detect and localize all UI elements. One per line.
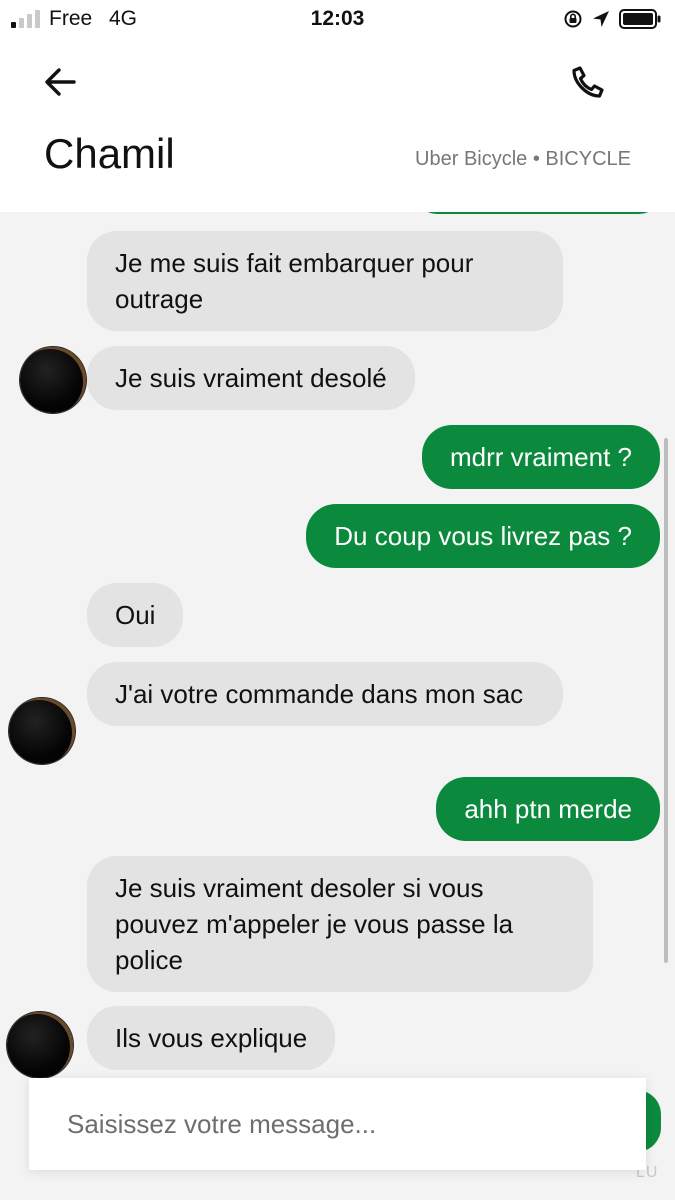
message-text: Du coup vous livrez pas ? <box>334 521 632 551</box>
message-text: Je suis vraiment desoler si vous pouvez … <box>115 873 514 975</box>
message-list[interactable]: Je me suis fait embarquer pour outrage J… <box>0 212 675 1200</box>
message-text: Je me suis fait embarquer pour outrage <box>115 248 474 314</box>
message-composer <box>29 1078 646 1170</box>
driver-avatar <box>7 1012 73 1078</box>
driver-avatar <box>9 698 75 764</box>
message-input[interactable] <box>29 1078 646 1170</box>
message-bubble-incoming: Oui <box>87 583 184 647</box>
contact-name: Chamil <box>44 130 175 177</box>
message-text: mdrr vraiment ? <box>449 442 632 472</box>
message-text: Oui <box>115 600 156 630</box>
message-bubble-outgoing: ahh ptn merde <box>436 777 660 841</box>
message-text: Ils vous explique <box>115 1023 308 1053</box>
status-bar: Free 4G 12:03 <box>0 0 675 40</box>
battery-icon <box>619 9 661 29</box>
message-bubble-incoming: Je me suis fait embarquer pour outrage <box>87 231 563 331</box>
call-button[interactable] <box>566 60 610 104</box>
message-text: ahh ptn merde <box>464 794 632 824</box>
ride-info: Uber Bicycle • BICYCLE <box>415 148 631 170</box>
message-bubble-incoming: J'ai votre commande dans mon sac <box>87 662 563 726</box>
message-text: J'ai votre commande dans mon sac <box>115 679 524 709</box>
back-button[interactable] <box>38 60 82 104</box>
location-arrow-icon <box>593 11 609 27</box>
chat-header: Chamil Uber Bicycle • BICYCLE <box>0 40 675 212</box>
arrow-left-icon <box>45 68 76 96</box>
orientation-lock-icon <box>564 10 582 28</box>
message-text: Je suis vraiment desolé <box>115 363 387 393</box>
scrollbar[interactable] <box>664 438 668 963</box>
message-bubble-outgoing: Du coup vous livrez pas ? <box>306 504 660 568</box>
message-bubble-incoming: Je suis vraiment desolé <box>87 346 415 410</box>
message-bubble-outgoing: mdrr vraiment ? <box>421 425 660 489</box>
driver-avatar <box>20 347 86 413</box>
message-bubble-outgoing-partial <box>415 212 661 214</box>
status-icons <box>563 8 661 30</box>
message-bubble-incoming: Je suis vraiment desoler si vous pouvez … <box>87 856 593 992</box>
phone-icon <box>572 66 604 98</box>
message-bubble-incoming: Ils vous explique <box>87 1006 336 1070</box>
